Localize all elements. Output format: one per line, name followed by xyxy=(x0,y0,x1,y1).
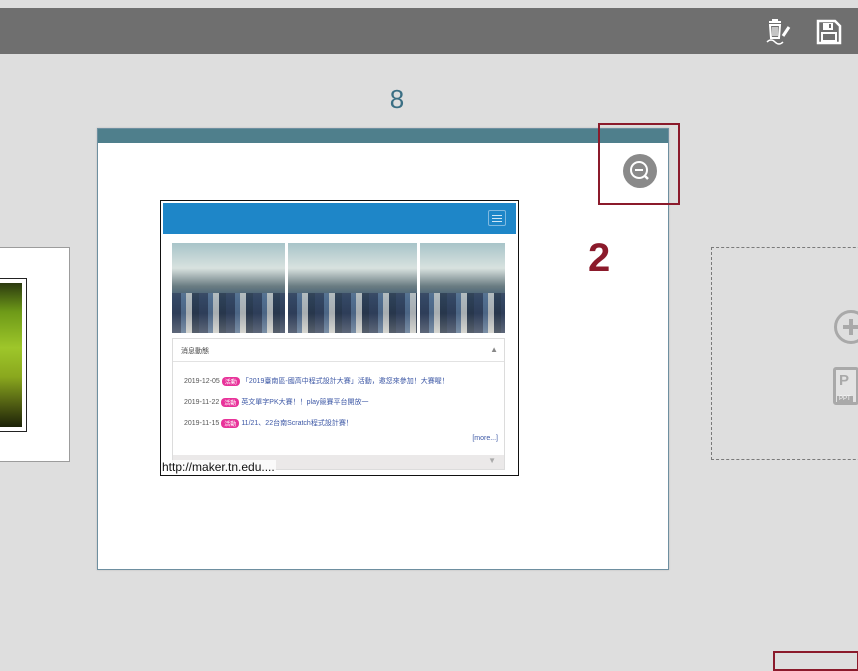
site-header xyxy=(163,203,516,234)
url-caption: http://maker.tn.edu.... xyxy=(161,460,276,474)
more-link[interactable]: [more...] xyxy=(472,435,498,442)
site-photo xyxy=(172,243,285,333)
bottom-highlight-box xyxy=(773,651,858,671)
site-photo xyxy=(420,243,505,333)
thumbnail-image xyxy=(0,283,22,427)
site-photo xyxy=(288,243,417,333)
top-toolbar xyxy=(0,8,858,54)
news-header: 消息動態 ▲ xyxy=(173,339,504,362)
news-item[interactable]: 2019-11-22 活動 英文單字PK大賽！！play競賽平台開放一 xyxy=(184,397,369,407)
previous-slide-thumbnail xyxy=(0,278,27,432)
previous-slide-card[interactable] xyxy=(0,247,70,462)
news-title: 消息動態 xyxy=(181,348,209,355)
page-number: 8 xyxy=(389,84,405,114)
save-icon[interactable] xyxy=(814,17,844,47)
trash-icon[interactable] xyxy=(762,17,792,47)
add-slide-placeholder[interactable]: P PPT xyxy=(711,247,858,460)
add-circle-icon[interactable] xyxy=(834,310,858,344)
news-panel: 消息動態 ▲ 2019-12-05 活動 「2019臺南區-國高中程式設計大賽」活動… xyxy=(172,338,505,470)
ppt-file-icon[interactable]: P PPT xyxy=(833,367,858,405)
step-marker: 2 xyxy=(588,236,611,280)
slide-title-bar xyxy=(98,129,668,143)
hamburger-menu-icon[interactable] xyxy=(488,210,506,226)
news-item[interactable]: 2019-12-05 活動 「2019臺南區-國高中程式設計大賽」活動，邀您來參加！… xyxy=(184,376,449,386)
news-item[interactable]: 2019-11-15 活動 11/21、22台南Scratch程式設計賽！ xyxy=(184,418,353,428)
zoom-out-icon[interactable] xyxy=(623,154,657,188)
embedded-website-preview[interactable]: 消息動態 ▲ 2019-12-05 活動 「2019臺南區-國高中程式設計大賽」活動… xyxy=(160,200,519,476)
collapse-arrow-icon[interactable]: ▲ xyxy=(490,345,498,354)
expand-arrow-icon[interactable]: ▼ xyxy=(488,456,496,465)
